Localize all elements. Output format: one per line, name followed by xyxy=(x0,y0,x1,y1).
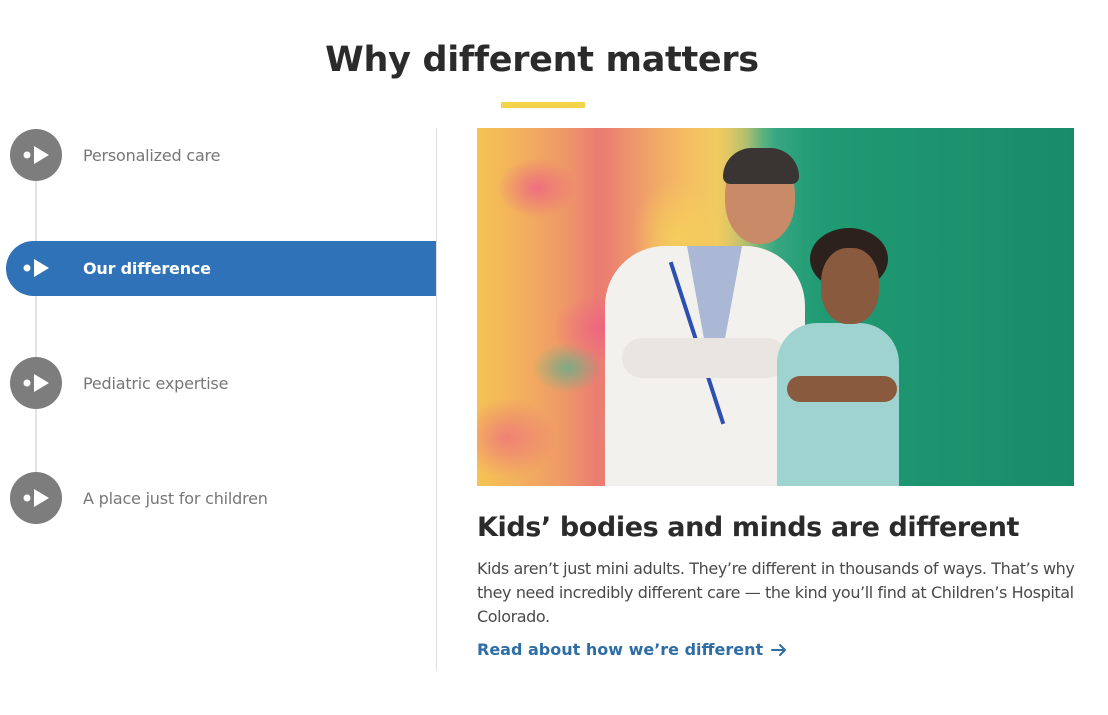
read-more-label: Read about how we’re different xyxy=(477,640,764,659)
read-more-link[interactable]: Read about how we’re different xyxy=(477,640,787,659)
nav-item-label: Pediatric expertise xyxy=(83,374,229,393)
nav-item-personalized-care[interactable]: Personalized care xyxy=(6,128,436,183)
nav-item-label: Personalized care xyxy=(83,146,221,165)
nav-divider xyxy=(436,128,437,671)
nav-connector-line xyxy=(35,154,37,499)
content-body: Kids aren’t just mini adults. They’re di… xyxy=(477,559,1075,626)
nav-item-place-for-children[interactable]: A place just for children xyxy=(6,471,436,526)
hero-image-doctor-and-child xyxy=(477,128,1074,486)
play-circle-icon xyxy=(10,472,62,524)
nav-item-label: A place just for children xyxy=(83,489,268,508)
nav-item-our-difference[interactable]: Our difference xyxy=(6,241,436,296)
nav-item-pediatric-expertise[interactable]: Pediatric expertise xyxy=(6,356,436,411)
play-circle-icon xyxy=(10,242,62,294)
nav-item-label: Our difference xyxy=(83,259,211,278)
feature-nav: Personalized care Our difference Pediatr… xyxy=(0,128,437,673)
content-headline: Kids’ bodies and minds are different xyxy=(477,512,1020,543)
title-underline xyxy=(501,102,585,108)
play-circle-icon xyxy=(10,357,62,409)
arrow-right-icon xyxy=(771,643,787,656)
section-title: Why different matters xyxy=(325,40,759,80)
play-circle-icon xyxy=(10,129,62,181)
